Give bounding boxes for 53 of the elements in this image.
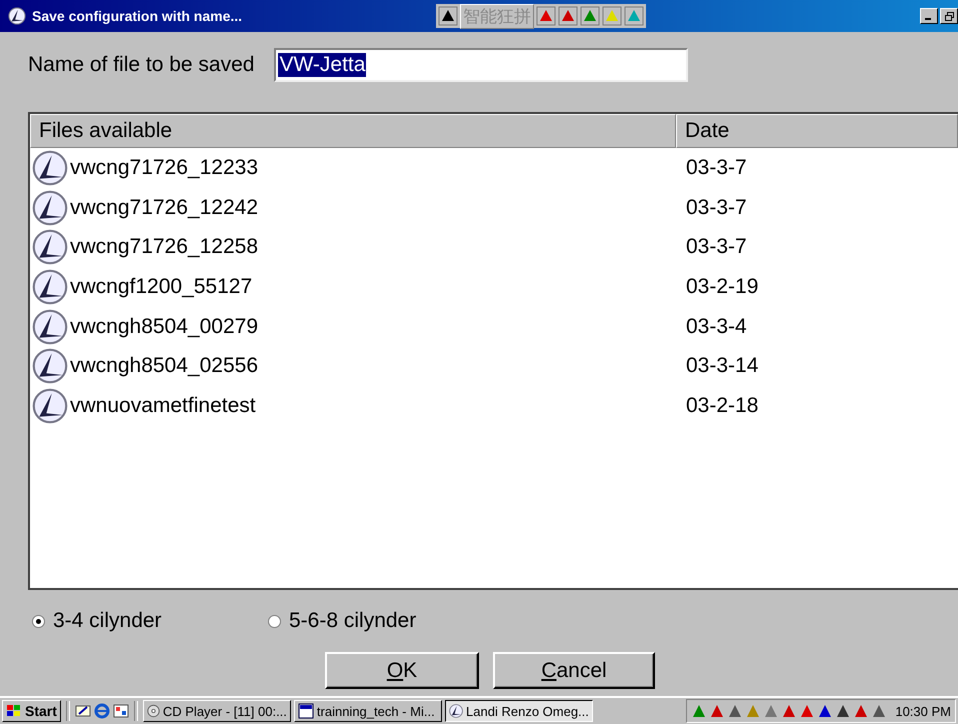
file-date: 03-3-7: [685, 235, 747, 260]
ok-button[interactable]: OK: [325, 652, 479, 689]
app-logo-icon: [448, 703, 464, 719]
file-logo-icon: [32, 229, 68, 266]
radio-circle-icon[interactable]: [32, 614, 45, 628]
file-logo-icon: [32, 308, 68, 345]
cancel-button[interactable]: Cancel: [493, 652, 655, 689]
file-name[interactable]: vwcng71726_12258: [70, 235, 258, 260]
file-logo-icon: [32, 150, 68, 186]
file-date: 03-3-7: [685, 196, 747, 220]
file-name-label: Name of file to be saved: [28, 53, 254, 77]
taskbar-button[interactable]: CD Player - [11] 00:...: [142, 700, 291, 722]
tray-icon[interactable]: [817, 703, 834, 719]
file-logo-icon: [32, 268, 68, 305]
file-logo-icon: [32, 388, 68, 424]
clock: 10:30 PM: [895, 704, 951, 718]
windows-flag-icon: [6, 704, 22, 718]
taskbar-button[interactable]: trainning_tech - Mi...: [294, 700, 442, 722]
file-date: 03-3-4: [685, 314, 747, 339]
file-logo-icon: [32, 190, 68, 226]
cylinder-radio[interactable]: 5-6-8 cilynder: [268, 609, 504, 633]
start-button[interactable]: Start: [2, 700, 61, 722]
minimize-button[interactable]: [920, 8, 938, 24]
file-name[interactable]: vwcng71726_12233: [70, 156, 258, 180]
app-logo-icon: [8, 7, 26, 25]
tray-icon[interactable]: [835, 703, 852, 719]
restore-button[interactable]: [940, 8, 958, 24]
file-name[interactable]: vwcng71726_12242: [70, 196, 258, 220]
file-date: 03-2-19: [685, 274, 758, 299]
document-icon: [298, 703, 314, 719]
window-title: Save configuration with name...: [32, 8, 242, 24]
file-name[interactable]: vwcngh8504_02556: [70, 354, 258, 378]
tray-icon[interactable]: [871, 703, 888, 719]
tray-icon[interactable]: [709, 703, 726, 719]
toolbar-icon[interactable]: [438, 6, 458, 26]
restore-icon: [944, 12, 954, 20]
file-name[interactable]: vwcngf1200_55127: [70, 274, 252, 299]
file-name[interactable]: vwnuovametfinetest: [70, 394, 256, 418]
radio-circle-icon[interactable]: [268, 614, 281, 628]
file-date: 03-3-7: [685, 156, 747, 180]
cd-icon: [146, 703, 160, 719]
cylinder-radio[interactable]: 3-4 cilynder: [32, 609, 268, 633]
file-name[interactable]: vwcngh8504_00279: [70, 314, 258, 339]
file-date: 03-3-14: [685, 354, 758, 378]
file-date: 03-2-18: [685, 394, 758, 418]
tray-icon[interactable]: [727, 703, 744, 719]
tray-icon[interactable]: [853, 703, 870, 719]
file-logo-icon: [32, 348, 68, 384]
column-header[interactable]: Files available: [30, 114, 676, 148]
tray-icon[interactable]: [781, 703, 798, 719]
file-name-field[interactable]: VW-Jetta: [274, 48, 688, 82]
taskbar-button[interactable]: Landi Renzo Omeg...: [444, 700, 593, 722]
column-header[interactable]: Date: [676, 114, 958, 148]
